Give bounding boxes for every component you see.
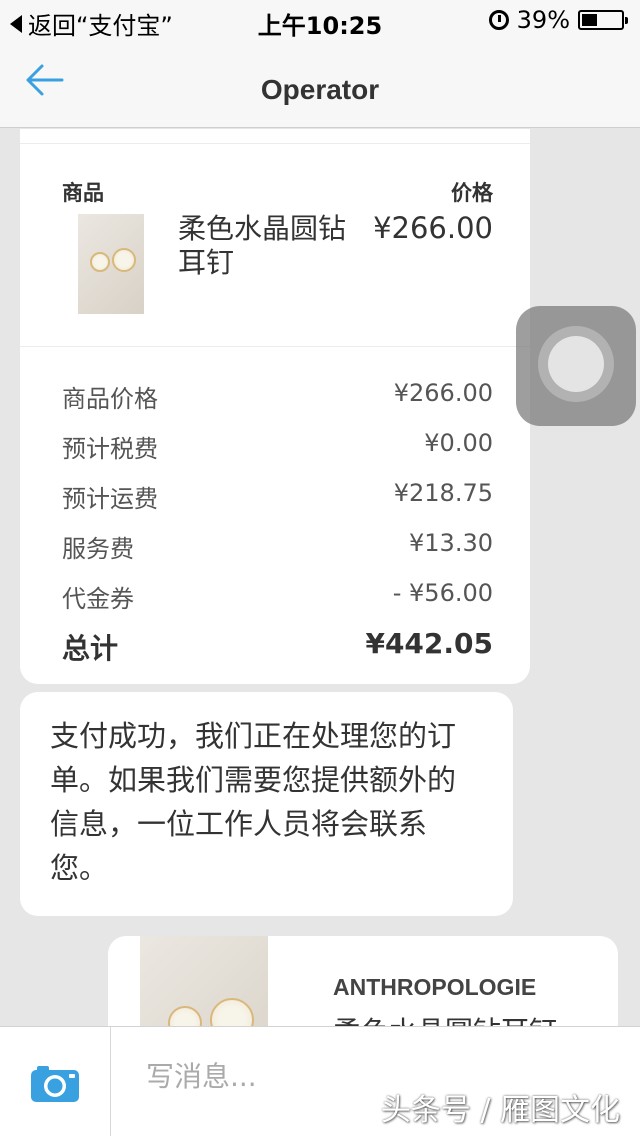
camera-icon[interactable] xyxy=(30,1063,80,1103)
summary-label: 预计运费 xyxy=(62,485,158,513)
divider xyxy=(20,143,530,144)
summary-row-voucher: 代金券 - ¥56.00 xyxy=(62,579,493,614)
summary-row-service-fee: 服务费 ¥13.30 xyxy=(62,529,493,564)
summary-row-shipping: 预计运费 ¥218.75 xyxy=(62,479,493,514)
summary-label: 商品价格 xyxy=(62,385,158,413)
price-column-header: 价格 xyxy=(451,181,493,205)
product-price: ¥266.00 xyxy=(373,211,493,245)
summary-value: - ¥56.00 xyxy=(392,579,493,607)
product-card[interactable]: ANTHROPOLOGIE 柔色水晶圆钻耳钉 xyxy=(108,936,618,1026)
product-card-image xyxy=(140,936,268,1026)
battery-icon xyxy=(578,10,628,30)
total-label: 总计 xyxy=(62,632,119,665)
product-card-name: 柔色水晶圆钻耳钉 xyxy=(333,1010,557,1026)
assistive-touch-button[interactable] xyxy=(516,306,636,426)
status-right: 39% xyxy=(488,6,628,34)
summary-row-tax: 预计税费 ¥0.00 xyxy=(62,429,493,464)
summary-value: ¥13.30 xyxy=(409,529,493,557)
summary-label: 预计税费 xyxy=(62,435,158,463)
watermark: 头条号 / 雁图文化 xyxy=(380,1093,620,1128)
item-column-header: 商品 xyxy=(62,181,104,205)
summary-label: 服务费 xyxy=(62,535,134,563)
order-summary-card: 商品 价格 柔色水晶圆钻耳钉 ¥266.00 商品价格 ¥266.00 预计税费… xyxy=(20,129,530,684)
message-bubble: 支付成功，我们正在处理您的订单。如果我们需要您提供额外的信息，一位工作人员将会联… xyxy=(20,692,513,916)
summary-value: ¥218.75 xyxy=(393,479,493,507)
alarm-icon xyxy=(488,10,509,30)
summary-row-subtotal: 商品价格 ¥266.00 xyxy=(62,379,493,414)
assistive-touch-icon xyxy=(548,336,604,392)
chat-area[interactable]: 商品 价格 柔色水晶圆钻耳钉 ¥266.00 商品价格 ¥266.00 预计税费… xyxy=(0,129,640,1026)
divider xyxy=(20,346,530,347)
product-image[interactable] xyxy=(78,214,144,314)
total-value: ¥442.05 xyxy=(365,627,493,660)
summary-value: ¥0.00 xyxy=(424,429,493,457)
product-name: 柔色水晶圆钻耳钉 xyxy=(178,212,347,279)
summary-label: 代金券 xyxy=(62,585,134,613)
page-title: Operator xyxy=(260,74,380,105)
battery-percent: 39% xyxy=(516,6,570,34)
navigation-bar: Operator xyxy=(0,40,640,128)
divider xyxy=(110,1027,111,1136)
summary-value: ¥266.00 xyxy=(393,379,493,407)
status-bar: 返回“支付宝” 上午10:25 39% xyxy=(0,0,640,40)
summary-row-total: 总计 ¥442.05 xyxy=(62,627,493,667)
brand-name: ANTHROPOLOGIE xyxy=(333,974,537,1000)
